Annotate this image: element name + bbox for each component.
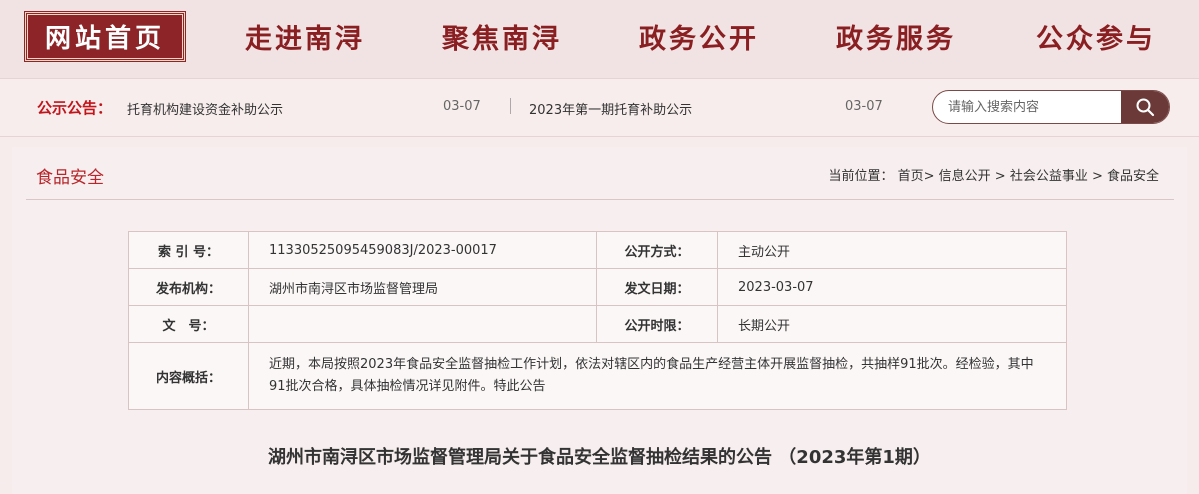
top-navigation: 网站首页 走进南浔 聚焦南浔 政务公开 政务服务 公众参与 — [0, 0, 1199, 79]
open-mode-label: 公开方式： — [596, 231, 718, 269]
publisher-label: 发布机构： — [128, 268, 249, 306]
notice-label: 公示公告： — [37, 99, 113, 117]
notice-date-2: 03-07 — [845, 99, 883, 114]
index-number-label: 索 引 号： — [128, 231, 249, 269]
index-number-value: 11330525095459083J/2023-00017 — [248, 231, 597, 269]
section-title: 食品安全 — [36, 168, 104, 188]
publisher-value: 湖州市南浔区市场监督管理局 — [248, 268, 597, 306]
document-meta-table: 索 引 号： 11330525095459083J/2023-00017 公开方… — [128, 231, 1067, 410]
nav-item-public-participation[interactable]: 公众参与 — [1036, 20, 1156, 60]
breadcrumb: 当前位置： 首页> 信息公开 > 社会公益事业 > 食品安全 — [828, 169, 1159, 184]
nav-item-government-services[interactable]: 政务服务 — [836, 20, 956, 60]
summary-label: 内容概括： — [128, 342, 249, 410]
article-title: 湖州市南浔区市场监督管理局关于食品安全监督抽检结果的公告 （2023年第1期） — [268, 447, 931, 468]
home-button-label: 网站首页 — [44, 24, 165, 54]
search-input[interactable] — [933, 91, 1121, 123]
issue-date-value: 2023-03-07 — [717, 268, 1067, 306]
search-box — [932, 90, 1170, 124]
open-period-value: 长期公开 — [717, 305, 1067, 343]
notice-link-1[interactable]: 托育机构建设资金补助公示 — [127, 99, 283, 118]
open-period-label: 公开时限： — [596, 305, 718, 343]
summary-value: 近期，本局按照2023年食品安全监督抽检工作计划，依法对辖区内的食品生产经营主体… — [248, 342, 1067, 410]
notice-link-2[interactable]: 2023年第一期托育补助公示 — [529, 99, 692, 118]
open-mode-value: 主动公开 — [717, 231, 1067, 269]
notice-date-1: 03-07 — [443, 99, 481, 114]
document-number-value — [248, 305, 597, 343]
notice-separator — [510, 98, 511, 114]
table-row: 发布机构： 湖州市南浔区市场监督管理局 发文日期： 2023-03-07 — [128, 268, 1067, 306]
table-row: 索 引 号： 11330525095459083J/2023-00017 公开方… — [128, 231, 1067, 269]
document-number-label: 文 号： — [128, 305, 249, 343]
home-button[interactable]: 网站首页 — [25, 12, 185, 61]
table-row: 内容概括： 近期，本局按照2023年食品安全监督抽检工作计划，依法对辖区内的食品… — [128, 342, 1067, 410]
section-divider — [26, 199, 1174, 200]
nav-item-about[interactable]: 走进南浔 — [245, 20, 365, 60]
nav-item-focus[interactable]: 聚焦南浔 — [442, 20, 562, 60]
issue-date-label: 发文日期： — [596, 268, 718, 306]
search-icon — [1136, 98, 1155, 117]
notice-bar: 公示公告： 托育机构建设资金补助公示 03-07 2023年第一期托育补助公示 … — [0, 79, 1199, 137]
nav-item-government-affairs[interactable]: 政务公开 — [639, 20, 759, 60]
table-row: 文 号： 公开时限： 长期公开 — [128, 305, 1067, 343]
search-button[interactable] — [1121, 91, 1169, 123]
content-panel: 食品安全 当前位置： 首页> 信息公开 > 社会公益事业 > 食品安全 索 引 … — [12, 147, 1187, 494]
